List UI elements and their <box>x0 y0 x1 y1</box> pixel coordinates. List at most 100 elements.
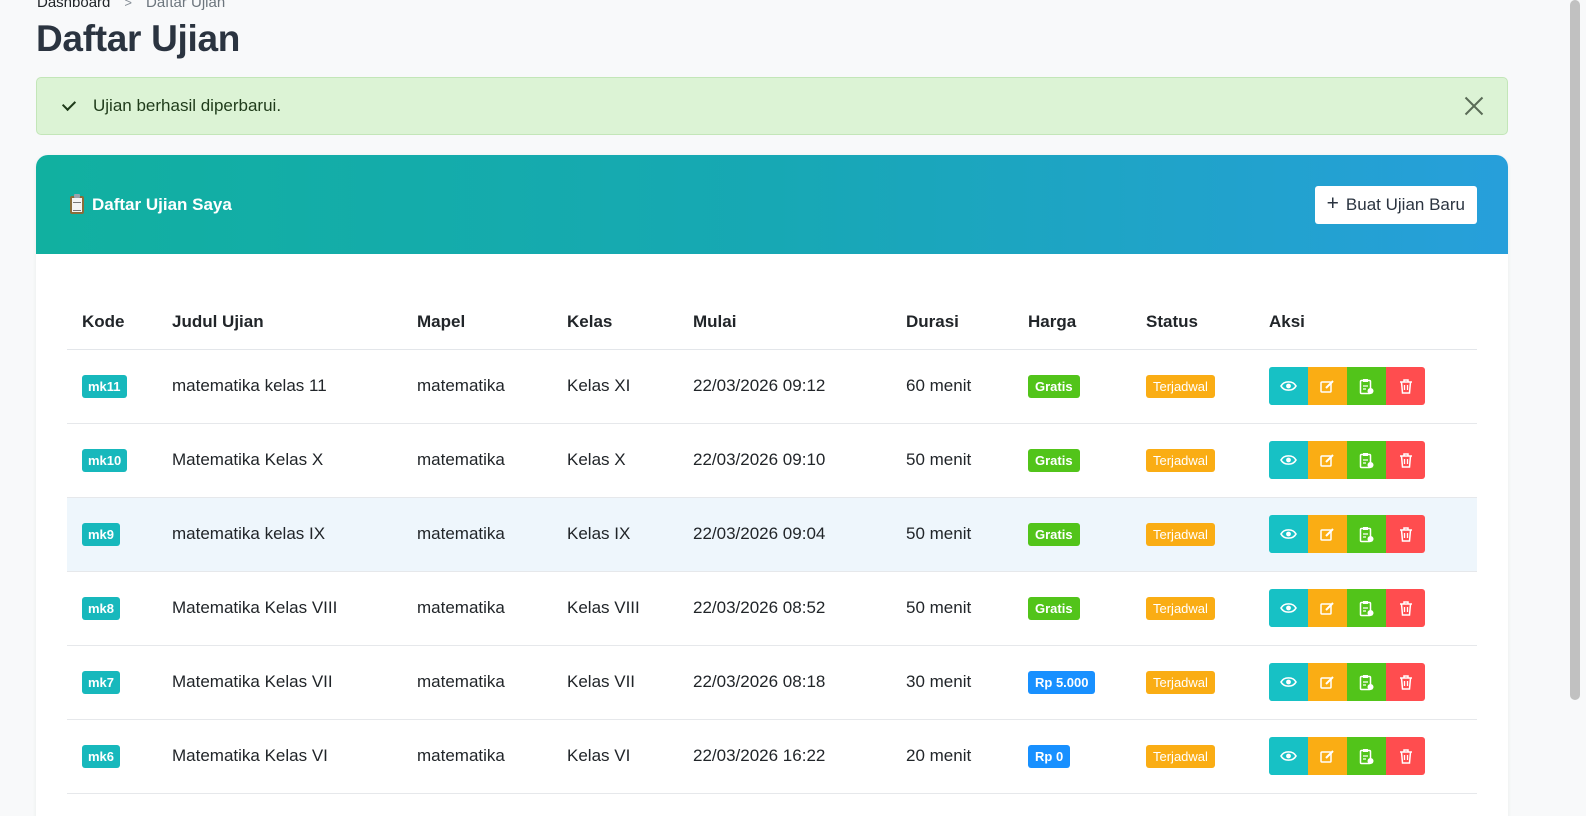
exam-duration: 30 menit <box>891 645 1013 720</box>
exam-title: Matematika Kelas VI <box>157 719 402 794</box>
status-badge: Terjadwal <box>1146 522 1215 546</box>
exam-start: 22/03/2026 09:04 <box>678 497 891 572</box>
edit-button[interactable] <box>1308 663 1347 701</box>
trash-icon <box>1399 600 1412 616</box>
exam-list-card: Daftar Ujian Saya + Buat Ujian Baru Kode… <box>36 155 1508 816</box>
price-badge: Rp 0 <box>1028 744 1071 768</box>
exam-class: Kelas X <box>552 423 678 498</box>
view-button[interactable] <box>1269 589 1308 627</box>
delete-button[interactable] <box>1386 663 1425 701</box>
delete-button[interactable] <box>1386 515 1425 553</box>
price-badge: Gratis <box>1028 374 1080 398</box>
edit-icon <box>1320 453 1334 467</box>
clipboard-icon <box>70 193 84 214</box>
exam-class: Kelas VI <box>552 719 678 794</box>
table-row: mk7 Matematika Kelas VII matematika Kela… <box>67 645 1477 720</box>
price-badge: Gratis <box>1028 522 1080 546</box>
exam-code-badge: mk6 <box>82 744 121 768</box>
clipboard-check-icon <box>1359 452 1374 468</box>
row-actions <box>1269 589 1477 627</box>
edit-button[interactable] <box>1308 515 1347 553</box>
breadcrumb: Dashboard > Daftar Ujian <box>37 0 225 11</box>
view-button[interactable] <box>1269 515 1308 553</box>
exam-class: Kelas IX <box>552 497 678 572</box>
clipboard-check-icon <box>1359 674 1374 690</box>
alert-message: Ujian berhasil diperbarui. <box>93 96 282 115</box>
table-row: mk6 Matematika Kelas VI matematika Kelas… <box>67 719 1477 794</box>
edit-button[interactable] <box>1308 589 1347 627</box>
edit-button[interactable] <box>1308 367 1347 405</box>
results-button[interactable] <box>1347 737 1386 775</box>
exam-code-badge: mk10 <box>82 448 128 472</box>
delete-button[interactable] <box>1386 367 1425 405</box>
eye-icon <box>1280 381 1297 391</box>
clipboard-check-icon <box>1359 600 1374 616</box>
results-button[interactable] <box>1347 367 1386 405</box>
exam-title: Matematika Kelas X <box>157 423 402 498</box>
create-exam-label: Buat Ujian Baru <box>1345 194 1465 214</box>
page-title: Daftar Ujian <box>36 18 241 59</box>
trash-icon <box>1399 748 1412 764</box>
status-badge: Terjadwal <box>1146 596 1215 620</box>
table-header-row: Kode Judul Ujian Mapel Kelas Mulai Duras… <box>67 295 1477 350</box>
eye-icon <box>1280 455 1297 465</box>
delete-button[interactable] <box>1386 441 1425 479</box>
exam-class: Kelas VII <box>552 645 678 720</box>
column-header: Harga <box>1013 295 1131 350</box>
create-exam-button[interactable]: + Buat Ujian Baru <box>1314 185 1477 224</box>
table-row: mk8 Matematika Kelas VIII matematika Kel… <box>67 571 1477 646</box>
exam-start: 22/03/2026 09:12 <box>678 349 891 424</box>
edit-icon <box>1320 749 1334 763</box>
breadcrumb-home-link[interactable]: Dashboard <box>37 0 110 11</box>
plus-icon: + <box>1326 192 1339 215</box>
exam-start: 22/03/2026 16:22 <box>678 719 891 794</box>
check-icon <box>61 96 77 112</box>
price-badge: Gratis <box>1028 596 1080 620</box>
eye-icon <box>1280 529 1297 539</box>
column-header: Mapel <box>402 295 552 350</box>
edit-icon <box>1320 601 1334 615</box>
column-header: Durasi <box>891 295 1013 350</box>
exam-table: Kode Judul Ujian Mapel Kelas Mulai Duras… <box>67 295 1477 794</box>
results-button[interactable] <box>1347 663 1386 701</box>
row-actions <box>1269 441 1477 479</box>
view-button[interactable] <box>1269 441 1308 479</box>
trash-icon <box>1399 674 1412 690</box>
card-title: Daftar Ujian Saya <box>70 193 232 215</box>
eye-icon <box>1280 677 1297 687</box>
delete-button[interactable] <box>1386 589 1425 627</box>
page-scrollbar[interactable] <box>1570 0 1580 700</box>
results-button[interactable] <box>1347 589 1386 627</box>
row-actions <box>1269 663 1477 701</box>
view-button[interactable] <box>1269 663 1308 701</box>
results-button[interactable] <box>1347 515 1386 553</box>
breadcrumb-separator: > <box>124 0 132 10</box>
breadcrumb-current: Daftar Ujian <box>145 0 226 11</box>
column-header: Mulai <box>678 295 891 350</box>
trash-icon <box>1399 526 1412 542</box>
edit-icon <box>1320 379 1334 393</box>
close-icon[interactable] <box>1463 95 1485 117</box>
edit-button[interactable] <box>1308 441 1347 479</box>
exam-subject: matematika <box>402 497 552 572</box>
exam-start: 22/03/2026 09:10 <box>678 423 891 498</box>
view-button[interactable] <box>1269 737 1308 775</box>
exam-title: matematika kelas IX <box>157 497 402 572</box>
edit-button[interactable] <box>1308 737 1347 775</box>
clipboard-check-icon <box>1359 378 1374 394</box>
delete-button[interactable] <box>1386 737 1425 775</box>
price-badge: Rp 5.000 <box>1028 670 1096 694</box>
results-button[interactable] <box>1347 441 1386 479</box>
status-badge: Terjadwal <box>1146 744 1215 768</box>
exam-subject: matematika <box>402 423 552 498</box>
exam-start: 22/03/2026 08:52 <box>678 571 891 646</box>
exam-title: Matematika Kelas VII <box>157 645 402 720</box>
row-actions <box>1269 515 1477 553</box>
success-alert: Ujian berhasil diperbarui. <box>36 77 1508 135</box>
view-button[interactable] <box>1269 367 1308 405</box>
column-header: Status <box>1131 295 1254 350</box>
exam-class: Kelas VIII <box>552 571 678 646</box>
table-row: mk10 Matematika Kelas X matematika Kelas… <box>67 423 1477 498</box>
exam-code-badge: mk9 <box>82 522 121 546</box>
clipboard-check-icon <box>1359 748 1374 764</box>
